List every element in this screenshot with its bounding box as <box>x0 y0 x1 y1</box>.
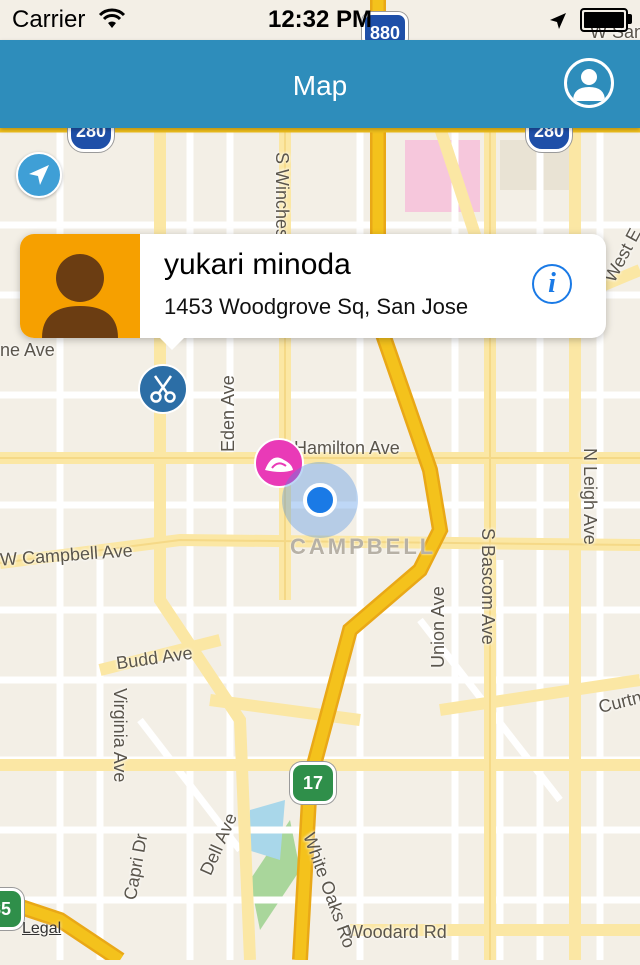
avatar <box>20 234 140 338</box>
status-bar: Carrier 12:32 PM <box>0 0 640 40</box>
street-label: S Bascom Ave <box>478 528 498 645</box>
route-85-shield: 85 <box>0 888 24 930</box>
street-label: Eden Ave <box>218 375 238 452</box>
nav-title: Map <box>292 70 348 101</box>
area-label: CAMPBELL <box>290 534 437 559</box>
navigation-arrow-icon <box>29 165 49 185</box>
callout-pointer <box>156 334 188 350</box>
street-label: N Leigh Ave <box>580 448 600 545</box>
salon-pin[interactable] <box>138 364 188 414</box>
info-icon[interactable]: i <box>532 264 572 304</box>
street-label: Hamilton Ave <box>294 438 400 458</box>
route-17-shield: 17 <box>290 762 336 804</box>
profile-button[interactable] <box>564 58 614 108</box>
scissors-icon <box>150 375 176 403</box>
navigation-bar: Map <box>0 40 640 128</box>
street-label: Woodard Rd <box>346 922 447 942</box>
pin-callout[interactable]: yukari minoda 1453 Woodgrove Sq, San Jos… <box>20 234 606 350</box>
street-label: ne Ave <box>0 340 55 360</box>
legal-link[interactable]: Legal <box>22 920 61 938</box>
battery-tip <box>628 14 632 24</box>
location-arrow-icon <box>548 10 568 38</box>
user-location-dot <box>303 483 337 517</box>
user-location-marker <box>282 462 358 538</box>
clock: 12:32 PM <box>267 6 373 33</box>
contact-address: 1453 Woodgrove Sq, San Jose <box>164 294 469 319</box>
profile-icon <box>573 69 605 101</box>
contact-name: yukari minoda <box>164 248 351 281</box>
person-silhouette-icon <box>42 254 118 338</box>
street-label: Virginia Ave <box>110 688 130 783</box>
street-label: Union Ave <box>428 586 448 668</box>
battery-icon <box>580 8 628 32</box>
locate-me-button[interactable] <box>16 152 62 198</box>
